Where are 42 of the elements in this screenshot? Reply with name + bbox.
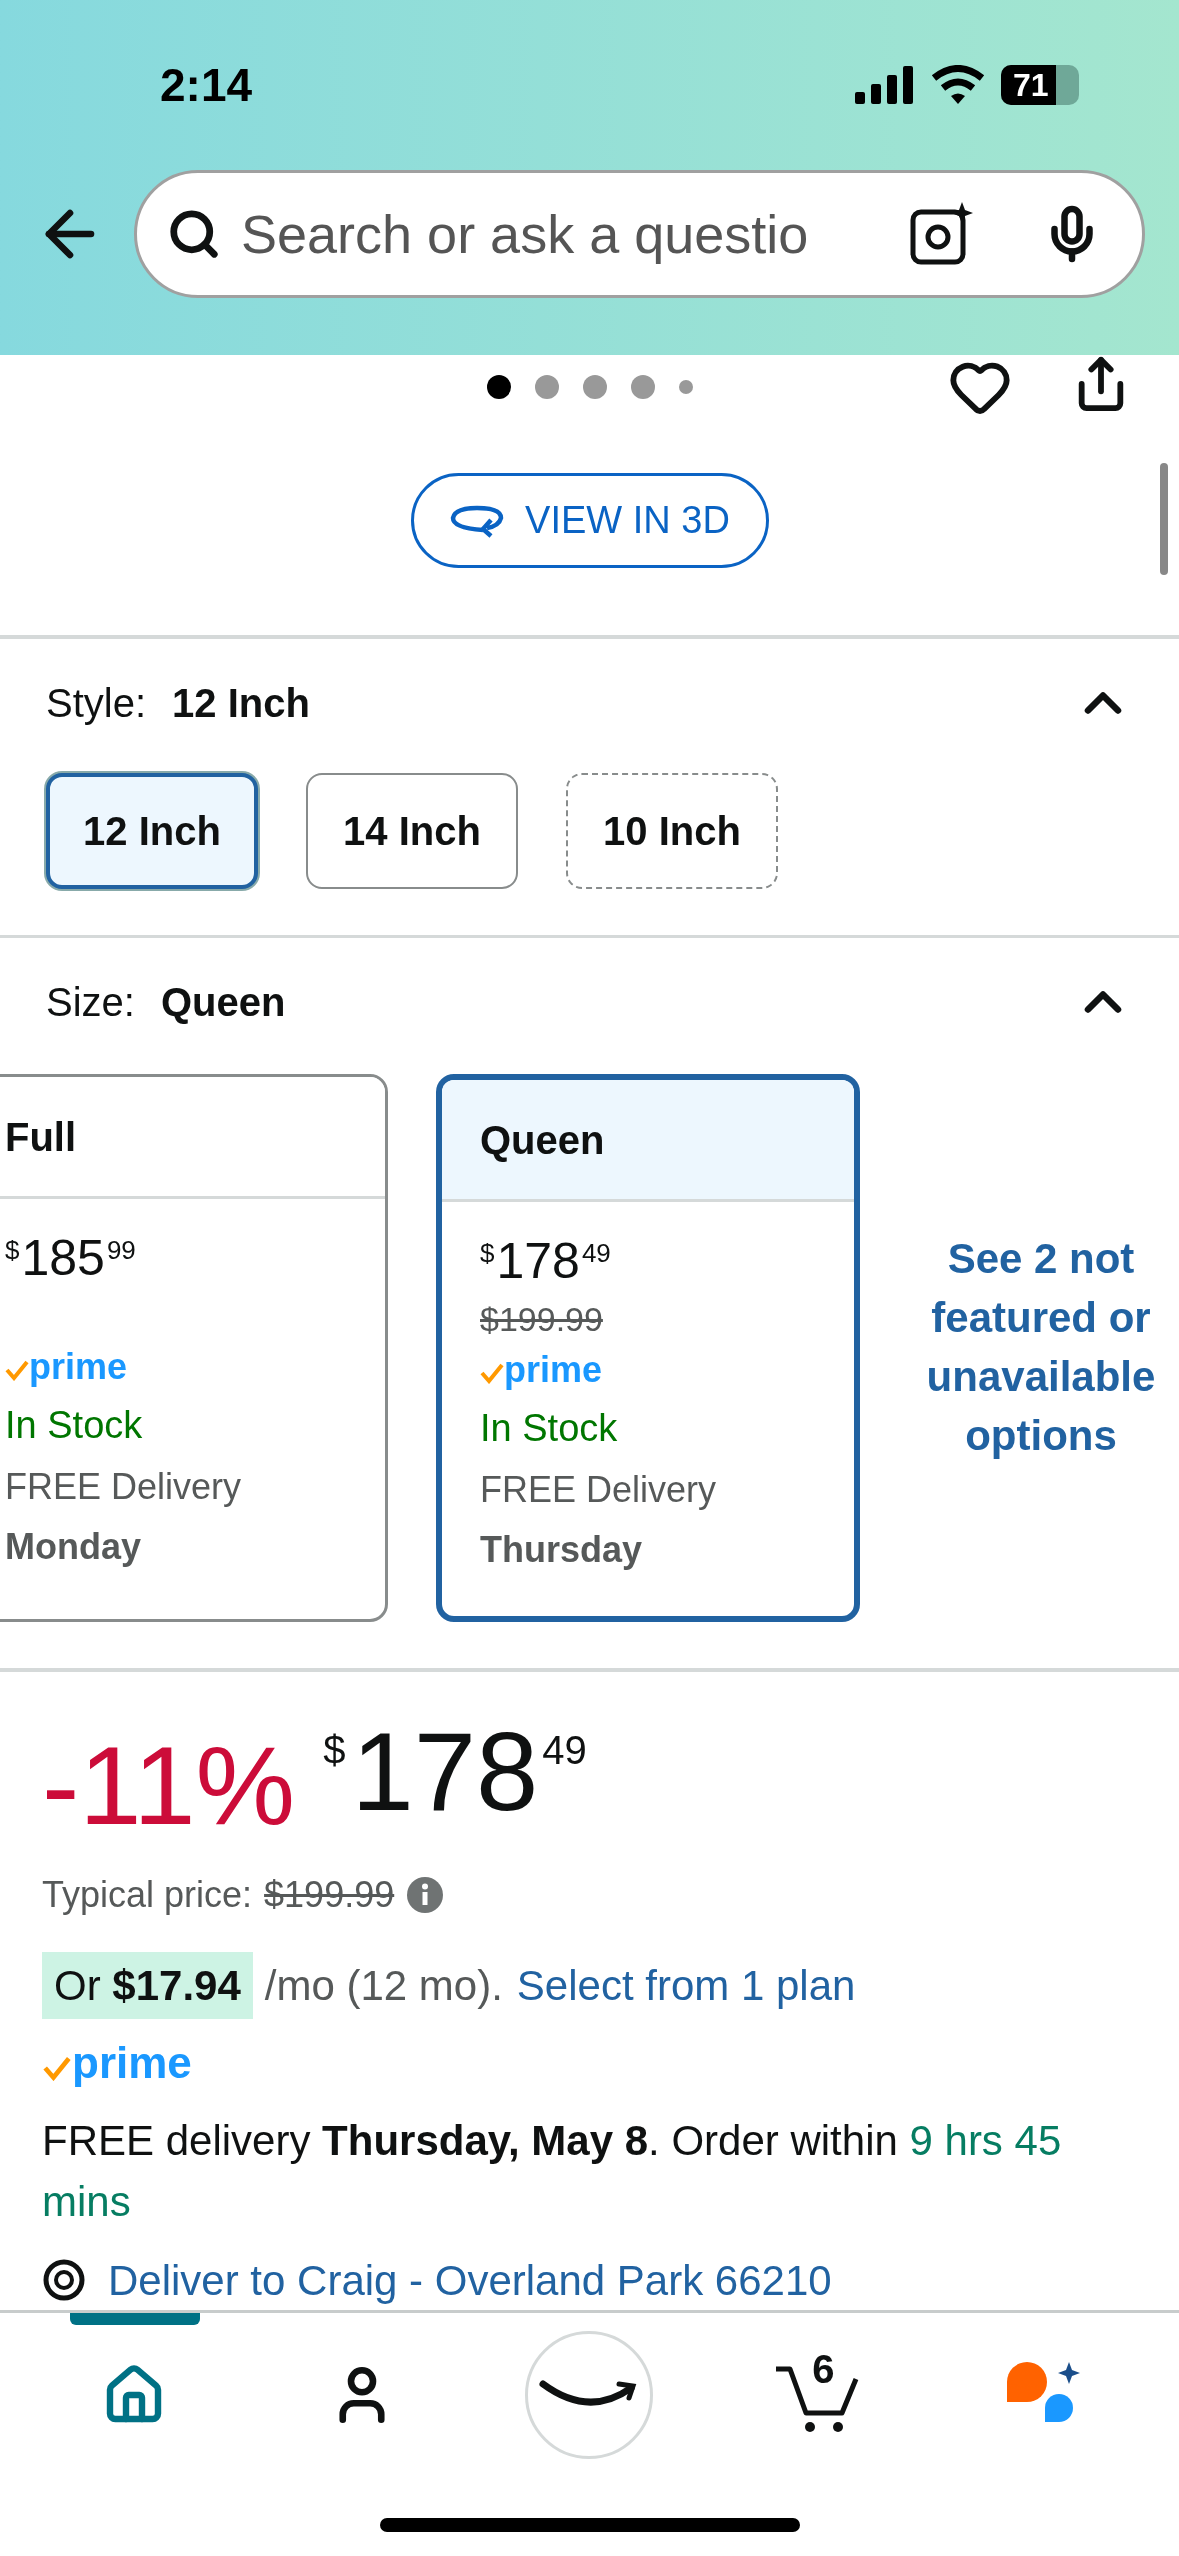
style-option[interactable]: 10 Inch <box>566 773 778 889</box>
delivery-label: FREE Delivery <box>480 1468 718 1512</box>
signal-icon <box>855 66 915 104</box>
size-value: Queen <box>160 979 286 1026</box>
size-name: Full <box>5 1113 77 1161</box>
check-icon <box>5 1359 29 1381</box>
size-label: Size: <box>46 979 135 1026</box>
installment-terms: /mo (12 mo). <box>264 1961 503 2011</box>
style-value: 12 Inch <box>172 680 310 727</box>
wifi-icon <box>931 65 985 105</box>
location-target-icon <box>42 2258 86 2303</box>
style-label: Style: <box>46 680 147 727</box>
delivery-day: Thursday <box>480 1523 854 1577</box>
more-options-link[interactable]: See 2 not featured or unavailable options <box>916 1230 1166 1466</box>
check-icon <box>480 1362 504 1384</box>
check-icon <box>42 2055 72 2081</box>
nav-tab[interactable]: 6 <box>717 2313 918 2463</box>
stock-status: In Stock <box>5 1403 144 1448</box>
list-price: $199.99 <box>480 1298 603 1340</box>
typical-price: $199.99 <box>264 1873 395 1917</box>
deliver-to-link[interactable]: Deliver to Craig - Overland Park 66210 <box>108 2248 832 2312</box>
battery-indicator: 71 <box>1001 65 1079 105</box>
delivery-message: FREE delivery Thursday, May 8. Order within 9 hrs 45 mins <box>42 2116 1063 2227</box>
prime-logo: prime <box>5 1349 385 1385</box>
installment-badge: Or $17.94 <box>42 1952 253 2019</box>
typical-price-label: Typical price: <box>42 1873 253 1917</box>
camera-icon[interactable] <box>910 202 974 266</box>
select-plan-link[interactable]: Select from 1 plan <box>516 1954 856 2017</box>
info-icon[interactable] <box>406 1876 445 1914</box>
prime-logo: prime <box>42 2041 1137 2085</box>
delivery-day: Monday <box>5 1520 385 1574</box>
status-time: 2:14 <box>160 57 253 113</box>
size-name: Queen <box>480 1116 605 1164</box>
prime-logo: prime <box>480 1352 854 1388</box>
stock-status: In Stock <box>480 1406 619 1451</box>
discount-percent: -11% <box>42 1730 296 1842</box>
delivery-label: FREE Delivery <box>5 1465 243 1509</box>
view-in-3d-button[interactable]: VIEW IN 3D <box>410 473 769 568</box>
search-icon <box>167 207 221 261</box>
search-field[interactable]: Search or ask a questio <box>134 170 1145 298</box>
style-option[interactable]: 14 Inch <box>306 773 518 889</box>
style-option[interactable]: 12 Inch <box>46 773 258 889</box>
